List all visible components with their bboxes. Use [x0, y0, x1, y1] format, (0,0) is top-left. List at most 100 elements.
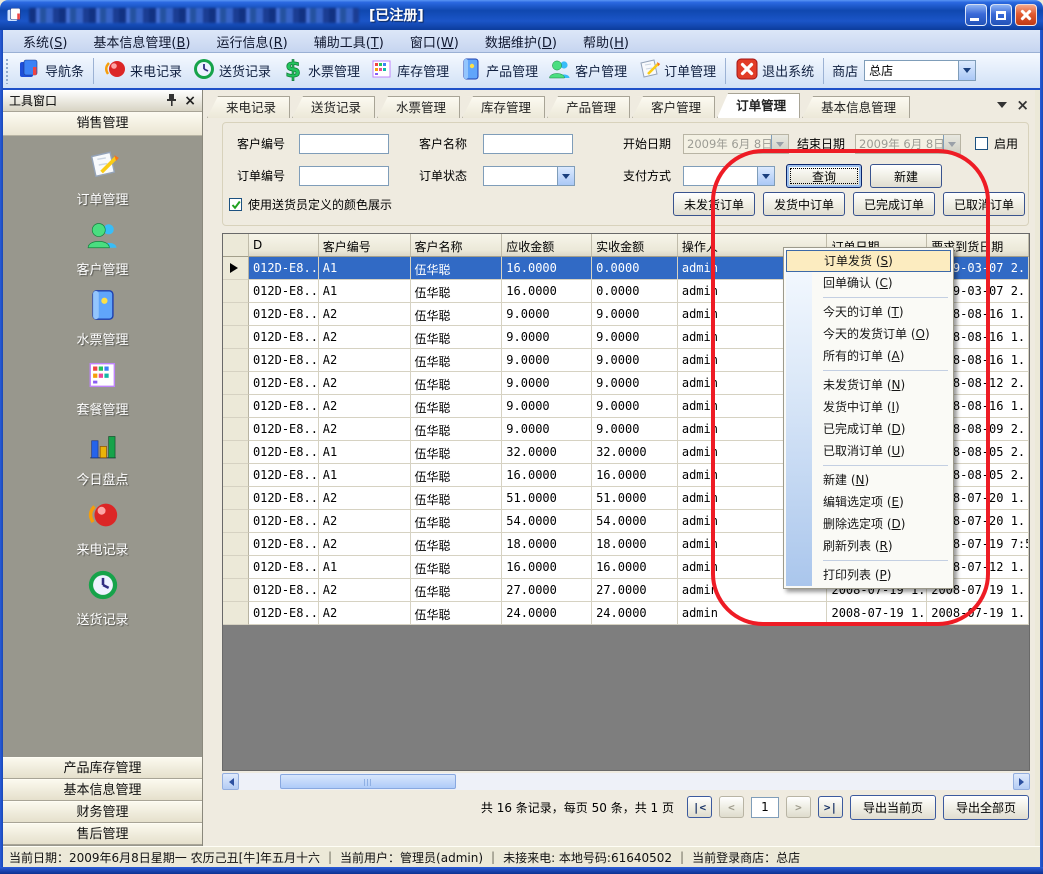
row-selector[interactable]	[223, 257, 249, 280]
order-status-select[interactable]	[483, 166, 575, 186]
grid-cell[interactable]: 伍华聪	[411, 257, 503, 280]
grid-cell[interactable]: 9.0000	[502, 326, 592, 349]
store-select[interactable]: 总店	[864, 60, 976, 81]
grid-cell[interactable]: 9.0000	[502, 372, 592, 395]
row-selector[interactable]	[223, 464, 249, 487]
context-menu-item-print-list[interactable]: 打印列表 (P)	[786, 564, 951, 586]
grid-cell[interactable]: 012D-E8...	[249, 303, 319, 326]
grid-cell[interactable]: 0.0000	[592, 257, 678, 280]
grid-cell[interactable]: 51.0000	[502, 487, 592, 510]
grid-cell[interactable]: 伍华聪	[411, 510, 503, 533]
context-menu-item-all-orders[interactable]: 所有的订单 (A)	[786, 345, 951, 367]
grid-cell[interactable]: 012D-E8...	[249, 464, 319, 487]
start-date-picker[interactable]: 2009年 6月 8日	[683, 134, 789, 154]
grid-cell[interactable]: 012D-E8...	[249, 418, 319, 441]
grid-cell[interactable]: 9.0000	[592, 372, 678, 395]
grid-cell[interactable]: 2008-07-19 1...	[827, 602, 927, 625]
context-menu-item-shipping-orders[interactable]: 发货中订单 (I)	[786, 396, 951, 418]
sidebar-item-water-ticket[interactable]: 水票管理	[3, 288, 202, 348]
grid-cell[interactable]: 51.0000	[592, 487, 678, 510]
grid-cell[interactable]: 012D-E8...	[249, 487, 319, 510]
grid-cell[interactable]: 9.0000	[502, 395, 592, 418]
table-row[interactable]: 012D-E8...A2伍华聪24.000024.0000admin2008-0…	[223, 602, 1029, 625]
sidebar-section-basic-info[interactable]: 基本信息管理	[3, 779, 202, 801]
grid-cell[interactable]: 32.0000	[502, 441, 592, 464]
grid-cell[interactable]: A1	[319, 257, 411, 280]
grid-cell[interactable]: 16.0000	[592, 464, 678, 487]
toolbar-button-navbar[interactable]: 导航条	[13, 55, 89, 87]
grid-cell[interactable]: 16.0000	[502, 464, 592, 487]
grid-cell[interactable]: 0.0000	[592, 280, 678, 303]
close-button[interactable]	[1015, 4, 1037, 26]
grid-cell[interactable]: 16.0000	[502, 280, 592, 303]
grid-cell[interactable]: A2	[319, 349, 411, 372]
row-selector[interactable]	[223, 326, 249, 349]
grid-cell[interactable]: 54.0000	[502, 510, 592, 533]
tab-call-records[interactable]: 来电记录	[207, 96, 290, 118]
grid-cell[interactable]: 伍华聪	[411, 280, 503, 303]
filter-shipping-button[interactable]: 发货中订单	[763, 192, 845, 216]
grid-cell[interactable]: 伍华聪	[411, 579, 503, 602]
grid-cell[interactable]: A2	[319, 487, 411, 510]
grid-cell[interactable]: 012D-E8...	[249, 326, 319, 349]
context-menu-item-delete-selected[interactable]: 删除选定项 (D)	[786, 513, 951, 535]
toolbar-button-inventory[interactable]: 库存管理	[365, 55, 454, 87]
tab-delivery-records[interactable]: 送货记录	[292, 96, 375, 118]
row-selector[interactable]	[223, 280, 249, 303]
tab-list-dropdown-icon[interactable]	[997, 102, 1007, 113]
grid-cell[interactable]: A2	[319, 372, 411, 395]
grid-cell[interactable]: A2	[319, 510, 411, 533]
menu-item-system[interactable]: 系统(S)	[10, 32, 80, 51]
pay-method-select[interactable]	[683, 166, 775, 186]
filter-cancelled-button[interactable]: 已取消订单	[943, 192, 1025, 216]
end-date-picker[interactable]: 2009年 6月 8日	[855, 134, 961, 154]
sidebar-section-finance[interactable]: 财务管理	[3, 801, 202, 823]
scrollbar-thumb[interactable]	[280, 774, 456, 789]
filter-unshipped-button[interactable]: 未发货订单	[673, 192, 755, 216]
context-menu-item-unshipped-orders[interactable]: 未发货订单 (N)	[786, 374, 951, 396]
sidebar-item-call-records[interactable]: 来电记录	[3, 498, 202, 558]
grid-cell[interactable]: 9.0000	[592, 418, 678, 441]
row-selector[interactable]	[223, 510, 249, 533]
filter-completed-button[interactable]: 已完成订单	[853, 192, 935, 216]
grid-cell[interactable]: A2	[319, 395, 411, 418]
menu-item-basic-info[interactable]: 基本信息管理(B)	[80, 32, 203, 51]
grid-cell[interactable]: 18.0000	[592, 533, 678, 556]
context-menu-item-cancelled-orders[interactable]: 已取消订单 (U)	[786, 440, 951, 462]
context-menu-item-today-ship-orders[interactable]: 今天的发货订单 (O)	[786, 323, 951, 345]
sidebar-item-customer[interactable]: 客户管理	[3, 218, 202, 278]
toolbar-grip[interactable]	[5, 58, 10, 84]
chevron-down-icon[interactable]	[557, 167, 574, 185]
sidebar-section-product-inventory[interactable]: 产品库存管理	[3, 757, 202, 779]
grid-cell[interactable]: 9.0000	[592, 303, 678, 326]
grid-cell[interactable]: A2	[319, 533, 411, 556]
tab-customer[interactable]: 客户管理	[632, 96, 715, 118]
grid-cell[interactable]: 24.0000	[592, 602, 678, 625]
column-header[interactable]: 客户名称	[411, 234, 503, 257]
grid-cell[interactable]: admin	[678, 602, 828, 625]
row-selector[interactable]	[223, 395, 249, 418]
grid-cell[interactable]: 伍华聪	[411, 487, 503, 510]
customer-no-input[interactable]	[299, 134, 389, 154]
row-selector[interactable]	[223, 418, 249, 441]
grid-cell[interactable]: 9.0000	[502, 303, 592, 326]
tab-order[interactable]: 订单管理	[717, 93, 800, 118]
next-page-button[interactable]: >	[786, 796, 811, 818]
sidebar-section-after-sales[interactable]: 售后管理	[3, 823, 202, 845]
sidebar-item-package[interactable]: 套餐管理	[3, 358, 202, 418]
grid-cell[interactable]: 54.0000	[592, 510, 678, 533]
grid-cell[interactable]: 012D-E8...	[249, 556, 319, 579]
grid-cell[interactable]: 伍华聪	[411, 464, 503, 487]
grid-cell[interactable]: 伍华聪	[411, 395, 503, 418]
context-menu-item-new[interactable]: 新建 (N)	[786, 469, 951, 491]
grid-cell[interactable]: 9.0000	[592, 326, 678, 349]
grid-cell[interactable]: 伍华聪	[411, 326, 503, 349]
grid-cell[interactable]: 24.0000	[502, 602, 592, 625]
grid-cell[interactable]: 012D-E8...	[249, 257, 319, 280]
grid-cell[interactable]: A2	[319, 418, 411, 441]
tab-water-ticket[interactable]: 水票管理	[377, 96, 460, 118]
context-menu-item-refresh-list[interactable]: 刷新列表 (R)	[786, 535, 951, 557]
grid-cell[interactable]: 012D-E8...	[249, 441, 319, 464]
grid-cell[interactable]: 27.0000	[502, 579, 592, 602]
sidebar-item-delivery-records[interactable]: 送货记录	[3, 568, 202, 628]
